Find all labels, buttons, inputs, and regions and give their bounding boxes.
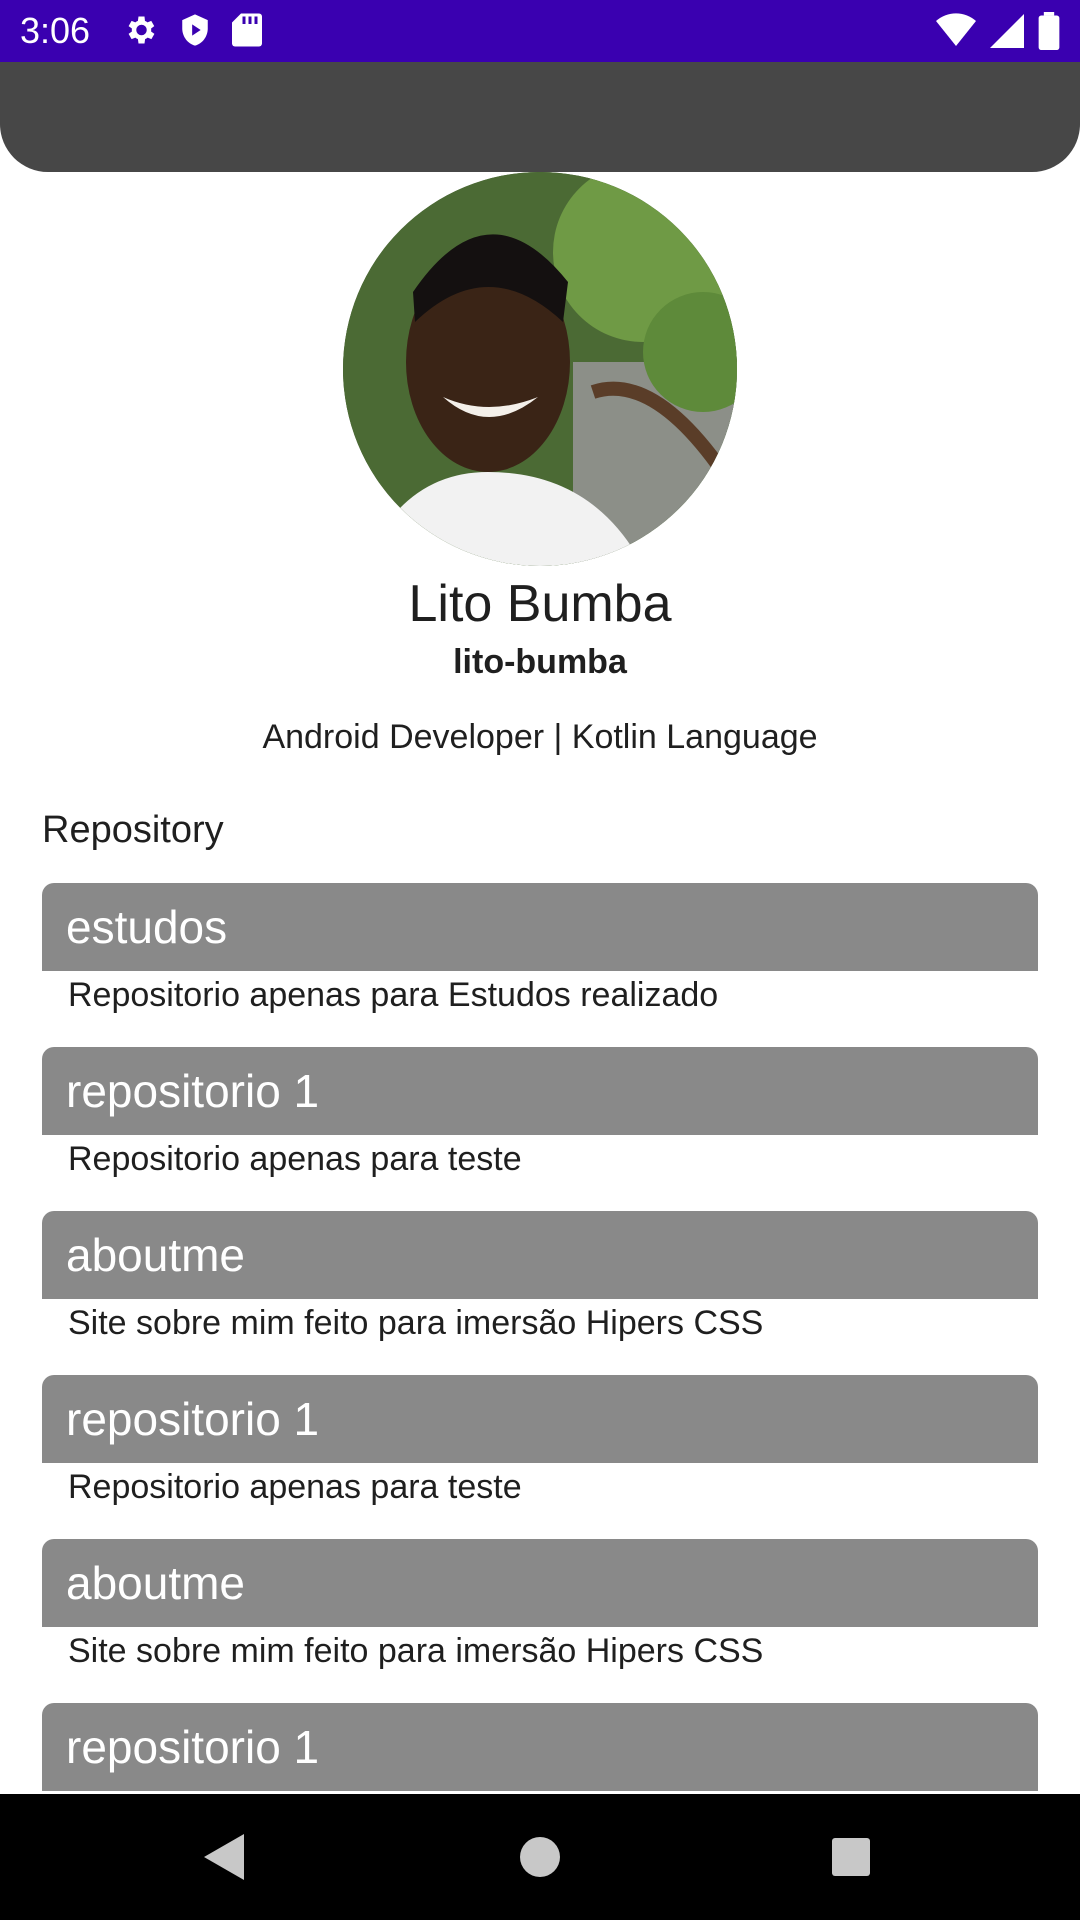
repo-name: estudos (42, 883, 1038, 971)
status-icons-left (122, 12, 262, 48)
repo-description: Site sobre mim feito para imersão Hipers… (68, 1304, 764, 1342)
repo-item[interactable]: repositorio 1 Repositorio apenas para te… (42, 1375, 1038, 1539)
repo-name: aboutme (42, 1539, 1038, 1627)
status-bar: 3:06 (0, 0, 1080, 62)
wifi-icon (936, 13, 976, 46)
repo-name: repositorio 1 (42, 1703, 1038, 1791)
repo-name: repositorio 1 (42, 1375, 1038, 1463)
repo-description: Repositorio apenas para teste (68, 1468, 522, 1506)
repo-list: estudos Repositorio apenas para Estudos … (42, 883, 1038, 1867)
section-title: Repository (42, 809, 224, 851)
back-icon[interactable] (200, 1832, 248, 1882)
gear-icon (128, 16, 155, 44)
avatar (343, 172, 737, 566)
sd-card-icon (232, 13, 262, 47)
repo-item[interactable]: repositorio 1 Repositorio apenas para te… (42, 1047, 1038, 1211)
repo-item[interactable]: aboutme Site sobre mim feito para imersã… (42, 1539, 1038, 1703)
repo-description: Repositorio apenas para Estudos realizad… (68, 976, 719, 1014)
repo-item[interactable]: aboutme Site sobre mim feito para imersã… (42, 1211, 1038, 1375)
signal-icon (990, 14, 1024, 48)
profile-name: Lito Bumba (408, 575, 672, 633)
status-icons-right (936, 12, 1060, 50)
repo-description: Repositorio apenas para teste (68, 1140, 522, 1178)
repo-name: aboutme (42, 1211, 1038, 1299)
profile-login: lito-bumba (453, 643, 627, 681)
avatar-photo (343, 172, 737, 566)
nav-bar (0, 1794, 1080, 1920)
app-bar (0, 62, 1080, 172)
profile-bio: Android Developer | Kotlin Language (262, 718, 818, 756)
shield-play-icon (182, 14, 208, 46)
repo-item[interactable]: estudos Repositorio apenas para Estudos … (42, 883, 1038, 1047)
home-icon[interactable] (518, 1832, 562, 1882)
repo-name: repositorio 1 (42, 1047, 1038, 1135)
battery-icon (1038, 12, 1060, 50)
repo-description: Site sobre mim feito para imersão Hipers… (68, 1632, 764, 1670)
status-time: 3:06 (20, 10, 91, 51)
recents-icon[interactable] (830, 1832, 872, 1882)
